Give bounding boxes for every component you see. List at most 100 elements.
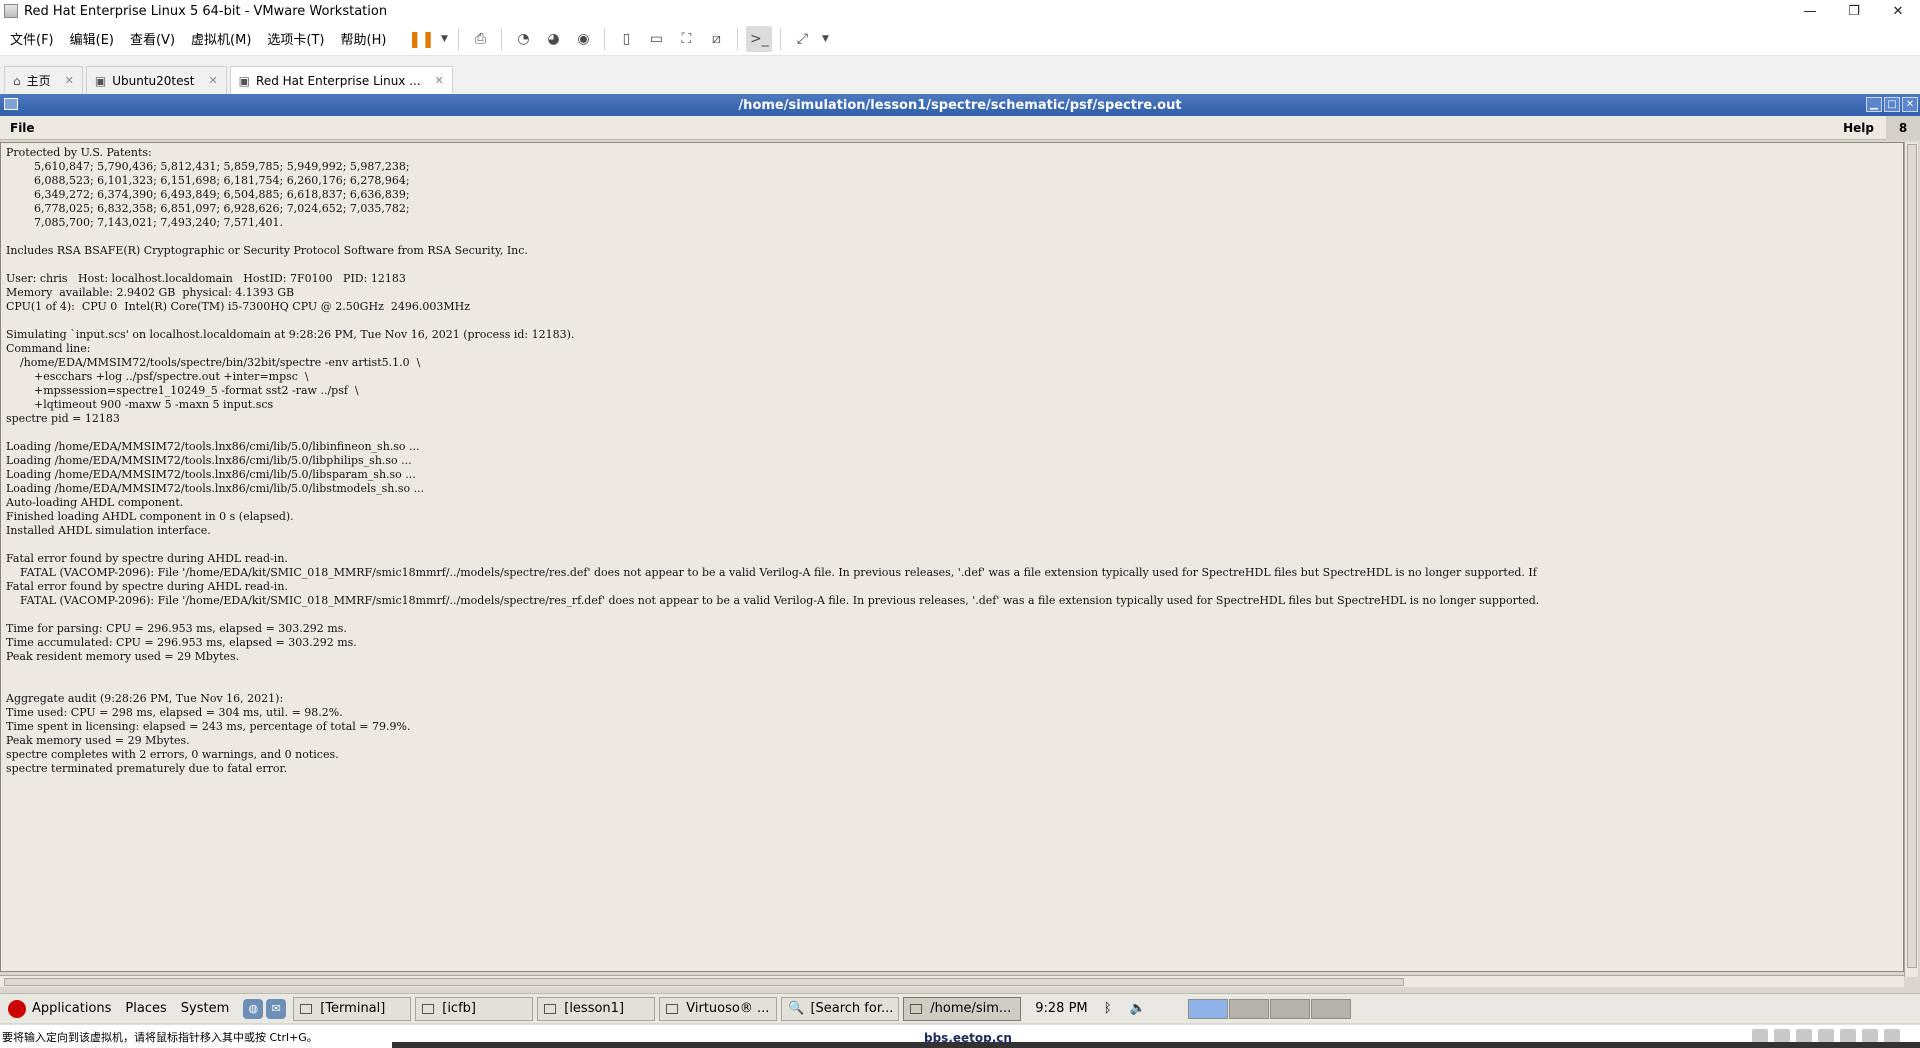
log-text-area[interactable]: Protected by U.S. Patents: 5,610,847; 5,…	[0, 142, 1904, 972]
volume-icon[interactable]: 🔈	[1128, 999, 1148, 1019]
tab-label: Red Hat Enterprise Linux ...	[256, 73, 421, 88]
toolbar-separator	[501, 27, 503, 50]
close-icon[interactable]: ✕	[65, 74, 74, 87]
home-icon: ⌂	[13, 73, 21, 88]
workspace-4[interactable]	[1310, 998, 1351, 1019]
log-line: 6,349,272; 6,374,390; 6,493,849; 6,504,8…	[6, 188, 410, 201]
panel-clock[interactable]: 9:28 PM	[1035, 1001, 1087, 1016]
console-view-icon[interactable]: >_	[746, 25, 773, 52]
horizontal-scrollbar[interactable]	[0, 975, 1904, 987]
menu-tabs[interactable]: 选项卡(T)	[261, 29, 330, 48]
cd-rom-icon[interactable]	[1774, 1029, 1790, 1043]
tab-ubuntu20test[interactable]: ▣ Ubuntu20test ✕	[85, 66, 227, 94]
tab-label: Ubuntu20test	[112, 73, 195, 88]
printer-icon[interactable]	[1840, 1029, 1856, 1043]
log-line: +lqtimeout 900 -maxw 5 -maxn 5 input.scs	[6, 398, 274, 411]
vmware-toolbar: ❚❚ ▼ ⎙ ◔ ◕ ◉ ▯ ▭ ⛶ ⧄ >_ ⤢ ▼	[406, 25, 833, 52]
task-spectre-out[interactable]: /home/sim...	[903, 996, 1022, 1021]
log-window-menubar: File Help 8	[0, 115, 1920, 140]
menu-help[interactable]: 帮助(H)	[335, 29, 393, 48]
minimize-icon[interactable]: ▁	[1866, 97, 1882, 112]
toolbar-separator	[458, 27, 460, 50]
workspace-2[interactable]	[1228, 998, 1269, 1019]
close-button[interactable]: ✕	[1876, 0, 1920, 22]
snapshot-icon[interactable]: ◔	[510, 26, 536, 52]
bluetooth-icon[interactable]: ᛒ	[1098, 999, 1118, 1019]
minimize-button[interactable]: —	[1788, 0, 1832, 22]
hard-disk-icon[interactable]	[1752, 1029, 1768, 1043]
log-line: Peak resident memory used = 29 Mbytes.	[6, 650, 240, 663]
vmware-menubar: 文件(F) 编辑(E) 查看(V) 虚拟机(M) 选项卡(T) 帮助(H) ❚❚…	[0, 22, 1920, 56]
send-ctrl-alt-del-icon[interactable]: ⎙	[467, 26, 493, 52]
task-lesson1[interactable]: [lesson1]	[537, 996, 656, 1021]
log-line: spectre completes with 2 errors, 0 warni…	[6, 748, 339, 761]
network-icon[interactable]	[1818, 1029, 1834, 1043]
menu-vm[interactable]: 虚拟机(M)	[185, 29, 257, 48]
scrollbar-thumb[interactable]	[1907, 144, 1917, 968]
display-icon[interactable]	[1884, 1029, 1900, 1043]
vertical-scrollbar[interactable]	[1904, 142, 1918, 977]
log-line: spectre terminated prematurely due to fa…	[6, 762, 288, 775]
menu-view[interactable]: 查看(V)	[124, 29, 181, 48]
tab-home[interactable]: ⌂ 主页 ✕	[4, 66, 83, 94]
window-menu-icon[interactable]	[4, 98, 18, 110]
maximize-icon[interactable]: □	[1884, 97, 1900, 112]
task-terminal[interactable]: [Terminal]	[293, 996, 412, 1021]
workspace-1[interactable]	[1187, 998, 1228, 1019]
host-taskbar-edge	[392, 1042, 1920, 1048]
menu-file[interactable]: 文件(F)	[4, 29, 60, 48]
log-line: Fatal error found by spectre during AHDL…	[6, 580, 288, 593]
log-line: User: chris Host: localhost.localdomain …	[6, 272, 406, 285]
revert-snapshot-icon[interactable]: ◕	[540, 26, 566, 52]
task-search[interactable]: 🔍 [Search for...	[781, 996, 900, 1021]
pause-dropdown-icon[interactable]: ▼	[438, 26, 450, 52]
close-icon[interactable]: ✕	[435, 74, 444, 87]
web-browser-launcher-icon[interactable]: ◍	[243, 998, 264, 1019]
close-icon[interactable]: ✕	[208, 74, 217, 87]
help-menu[interactable]: Help	[1843, 121, 1874, 135]
email-launcher-icon[interactable]: ✉	[266, 998, 287, 1019]
log-line: Auto-loading AHDL component.	[6, 496, 184, 509]
guest-display[interactable]: /home/simulation/lesson1/spectre/schemat…	[0, 94, 1920, 1024]
tab-rhel5[interactable]: ▣ Red Hat Enterprise Linux ... ✕	[229, 66, 453, 94]
log-line: Memory available: 2.9402 GB physical: 4.…	[6, 286, 295, 299]
toolbar-separator	[737, 27, 739, 50]
stretch-dropdown-icon[interactable]: ▼	[819, 26, 831, 52]
window-icon	[544, 1003, 557, 1014]
vm-icon: ▣	[94, 73, 107, 88]
log-window-title: /home/simulation/lesson1/spectre/schemat…	[738, 97, 1182, 113]
floppy-icon[interactable]	[1796, 1029, 1812, 1043]
library-icon[interactable]: ▯	[613, 26, 639, 52]
workspace-3[interactable]	[1269, 998, 1310, 1019]
tab-label: 主页	[26, 74, 51, 88]
stretch-guest-icon[interactable]: ⤢	[789, 26, 815, 52]
task-label: /home/sim...	[930, 1001, 1012, 1016]
vmware-tab-strip: ⌂ 主页 ✕ ▣ Ubuntu20test ✕ ▣ Red Hat Enterp…	[0, 56, 1920, 94]
snapshot-manager-icon[interactable]: ◉	[570, 26, 596, 52]
task-icfb[interactable]: [icfb]	[415, 996, 534, 1021]
log-line: Protected by U.S. Patents:	[6, 146, 152, 159]
fullscreen-icon[interactable]: ⛶	[673, 26, 699, 52]
task-virtuoso[interactable]: Virtuoso® ...	[659, 996, 778, 1021]
restore-button[interactable]: ❐	[1832, 0, 1876, 22]
thumbnail-bar-icon[interactable]: ▭	[643, 26, 669, 52]
system-menu[interactable]: System	[181, 1001, 229, 1016]
sound-icon[interactable]	[1862, 1029, 1878, 1043]
unity-icon[interactable]: ⧄	[703, 26, 729, 52]
task-label: [lesson1]	[564, 1001, 625, 1016]
menu-edit[interactable]: 编辑(E)	[64, 29, 120, 48]
close-icon[interactable]: ✕	[1902, 97, 1918, 112]
redhat-logo-icon[interactable]	[8, 999, 26, 1018]
applications-menu[interactable]: Applications	[32, 1001, 111, 1016]
log-line: 6,088,523; 6,101,323; 6,151,698; 6,181,7…	[6, 174, 410, 187]
window-icon	[910, 1003, 923, 1014]
pause-icon[interactable]: ❚❚	[408, 26, 435, 52]
scrollbar-thumb[interactable]	[4, 978, 1404, 986]
file-menu[interactable]: File	[10, 121, 35, 135]
places-menu[interactable]: Places	[125, 1001, 166, 1016]
